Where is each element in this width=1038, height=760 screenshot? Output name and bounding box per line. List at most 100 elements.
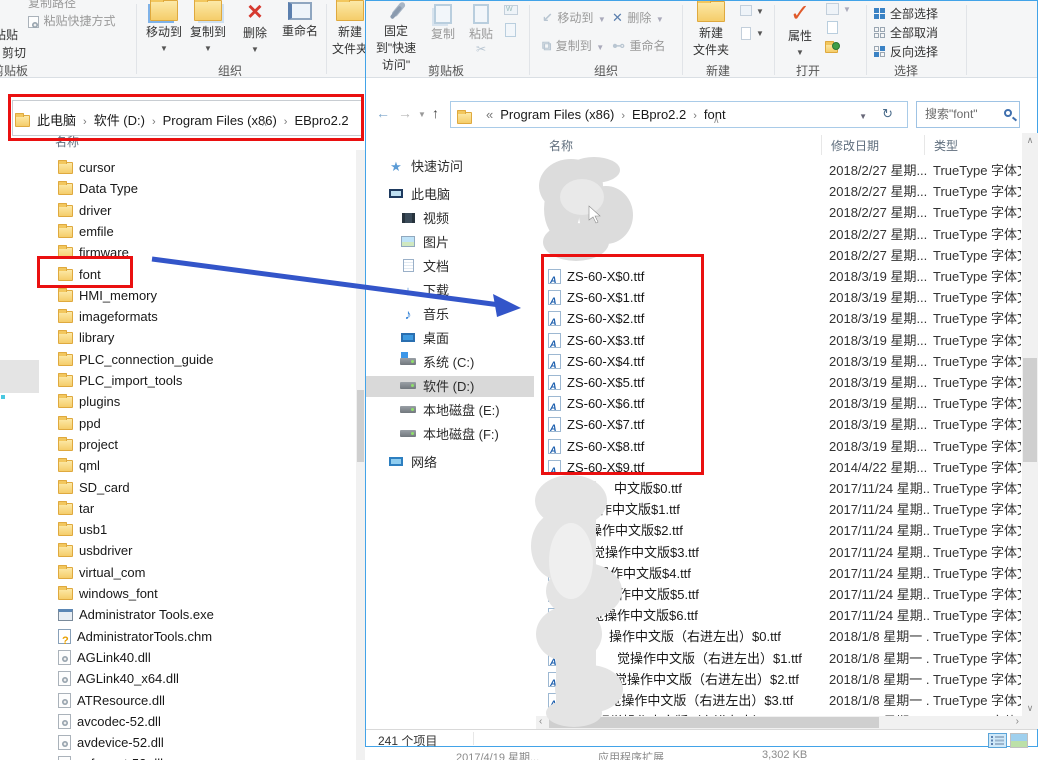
file-row[interactable]: usbdriver [58,540,132,561]
breadcrumb-segment[interactable]: 此电脑 [37,113,76,128]
delete-button[interactable]: × 删除▼ [234,0,276,55]
delete-small-button[interactable]: ✕ 删除 ▼ [612,9,664,27]
file-row[interactable]: -视觉操作中文版（右进左出）$3.ttf2018/1/8 星期一 ...True… [536,690,1022,711]
new-folder-button-right[interactable]: 新建文件夹 [688,1,734,58]
invert-selection-button[interactable]: 反向选择 [874,43,938,61]
file-row[interactable]: 觉操作中文版$6.ttf2017/11/24 星期...TrueType 字体文… [536,605,1022,626]
paste-button-right[interactable]: 粘贴 ✂ [464,3,498,56]
file-row[interactable]: usb1 [58,519,107,540]
file-row[interactable]: qml [58,455,100,476]
file-row[interactable]: 操作中文版$2.ttf2017/11/24 星期...TrueType 字体文件 [536,520,1022,541]
sidebar-item-download[interactable]: ↓下载 [366,280,534,301]
file-row[interactable]: virtual_com [58,562,145,583]
file-row[interactable]: PLC_import_tools [58,370,182,391]
file-row[interactable]: 2018/2/27 星期...TrueType 字体文件 [536,160,1022,181]
horizontal-scrollbar[interactable]: ‹ › [536,716,1022,729]
file-row[interactable]: ZS-60-X$6.ttf2018/3/19 星期...TrueType 字体文… [536,393,1022,414]
sidebar-item-star[interactable]: ★快速访问 [366,156,534,177]
cut-button[interactable]: 剪切 [2,44,26,61]
up-button[interactable]: ↑ [432,105,439,121]
file-row[interactable]: 2018/2/27 星期...TrueType 字体文件 [536,245,1022,266]
new-folder-button[interactable]: 新建文件夹 [330,0,366,57]
file-row[interactable]: 视觉操作中文版$3.ttf2017/11/24 星期...TrueType 字体… [536,542,1022,563]
file-row[interactable]: emfile [58,221,114,242]
sidebar-item-document[interactable]: 文档 [366,256,534,277]
select-none-button[interactable]: 全部取消 [874,24,938,42]
file-row[interactable]: ZS-60-X$3.ttf2018/3/19 星期...TrueType 字体文… [536,330,1022,351]
select-all-button[interactable]: 全部选择 [874,5,938,23]
vertical-scrollbar-thumb[interactable] [1023,358,1037,462]
move-to-small-button[interactable]: ↙ 移动到 ▼ [542,9,606,27]
left-scrollbar[interactable] [356,150,365,760]
file-row[interactable]: ZS-60-X$4.ttf2018/3/19 星期...TrueType 字体文… [536,351,1022,372]
file-row[interactable]: ATResource.dll [58,690,165,711]
file-row[interactable]: 作中文版$1.ttf2017/11/24 星期...TrueType 字体文件 [536,499,1022,520]
breadcrumb-right[interactable]: «Program Files (x86)›EBpro2.2›font [479,107,726,122]
sidebar-item-pc[interactable]: 此电脑 [366,184,534,205]
paste-shortcut-button[interactable]: 粘贴快捷方式 [28,12,115,30]
rename-button[interactable]: 重命名 [276,0,324,39]
scroll-left-arrow[interactable]: ‹ [539,716,542,727]
scroll-down-arrow[interactable]: ∨ [1022,703,1038,714]
sidebar-item-video[interactable]: 视频 [366,208,534,229]
horizontal-scrollbar-thumb[interactable] [549,717,879,728]
file-row[interactable]: ZS-60-X$9.ttf2014/4/22 星期...TrueType 字体文… [536,457,1022,478]
file-row[interactable]: avdevice-52.dll [58,732,164,753]
file-row[interactable]: ppd [58,413,101,434]
file-row[interactable]: ZS-60-X$0.ttf2018/3/19 星期...TrueType 字体文… [536,266,1022,287]
easy-access-icon[interactable] [740,5,752,16]
address-dropdown[interactable]: ▼ [859,112,867,121]
left-name-column-header[interactable]: 名称 [55,133,79,150]
file-row[interactable]: 觉操作中文版（右进左出）$1.ttf2018/1/8 星期一 ...TrueTy… [536,648,1022,669]
rename-small-button[interactable]: ⊷ 重命名 [612,37,665,55]
scroll-right-arrow[interactable]: › [1016,716,1019,727]
sidebar-item-network[interactable]: 网络 [366,452,534,473]
copy-path-button[interactable]: 复制路径 [28,0,76,11]
sidebar-item-drive[interactable]: 软件 (D:) [366,376,534,397]
file-row[interactable]: HMI_memory [58,285,157,306]
file-row[interactable]: 觉操作中文版$5.ttf2017/11/24 星期...TrueType 字体文… [536,584,1022,605]
breadcrumb[interactable]: 此电脑›软件 (D:)›Program Files (x86)›EBpro2.2 [37,110,349,129]
file-row[interactable]: 操作中文版（右进左出）$0.ttf2018/1/8 星期一 ...TrueTyp… [536,626,1022,647]
sidebar-item-music[interactable]: ♪音乐 [366,304,534,325]
breadcrumb-segment[interactable]: EBpro2.2 [632,107,686,122]
sidebar-item-desktop[interactable]: 桌面 [366,328,534,349]
sidebar-item-picture[interactable]: 图片 [366,232,534,253]
file-row[interactable]: avcodec-52.dll [58,711,161,732]
file-row[interactable]: AdministratorTools.chm [58,626,212,647]
pin-to-quick-access-button[interactable]: 固定到"快速访问" [370,3,422,73]
file-row[interactable]: ZS-60-X$8.ttf2018/3/19 星期...TrueType 字体文… [536,436,1022,457]
copy-to-small-button[interactable]: ⧉ 复制到 ▼ [542,37,604,55]
file-row[interactable]: SD_card [58,477,130,498]
file-row[interactable]: avformat-52.dll [58,753,163,760]
breadcrumb-segment[interactable]: Program Files (x86) [163,113,277,128]
file-row[interactable]: 觉操作中文版$4.ttf2017/11/24 星期...TrueType 字体文… [536,563,1022,584]
file-row[interactable]: 视觉操作中文版（右进左出）$2.ttf2018/1/8 星期一 ...TrueT… [536,669,1022,690]
file-row[interactable]: cursor [58,157,115,178]
properties-button[interactable]: ✓ 属性▼ [780,3,820,58]
file-row[interactable]: ZS-60-X$1.ttf2018/3/19 星期...TrueType 字体文… [536,287,1022,308]
back-button[interactable]: ← [376,105,390,121]
breadcrumb-segment[interactable]: 软件 (D:) [94,113,145,128]
file-row[interactable]: tar [58,498,94,519]
edit-icon[interactable] [827,21,838,34]
sort-ascending-caret-right[interactable]: ∧ [713,115,720,126]
vertical-scrollbar[interactable]: ∧ ∨ [1022,133,1038,716]
file-row[interactable]: windows_font [58,583,158,604]
file-row[interactable]: driver [58,200,112,221]
breadcrumb-segment[interactable]: Program Files (x86) [500,107,614,122]
file-row[interactable]: 2018/2/27 星期...TrueType 字体文件 [536,202,1022,223]
sidebar-item-drive[interactable]: 本地磁盘 (E:) [366,400,534,421]
file-row[interactable]: PLC_connection_guide [58,349,213,370]
history-icon[interactable] [825,39,838,57]
file-row[interactable]: Data Type [58,178,138,199]
right-address-bar[interactable]: «Program Files (x86)›EBpro2.2›font ▼ ↻ [450,101,908,128]
cut-icon[interactable]: ✂ [476,42,486,56]
copy-path-small-icon[interactable]: W [504,5,518,15]
file-row[interactable]: AGLink40_x64.dll [58,668,179,689]
refresh-icon[interactable]: ↻ [882,106,893,122]
left-scrollbar-thumb[interactable] [357,390,364,462]
thumbnail-view-button[interactable] [1010,733,1028,748]
details-view-button[interactable] [988,733,1007,748]
breadcrumb-segment[interactable]: EBpro2.2 [294,113,348,128]
